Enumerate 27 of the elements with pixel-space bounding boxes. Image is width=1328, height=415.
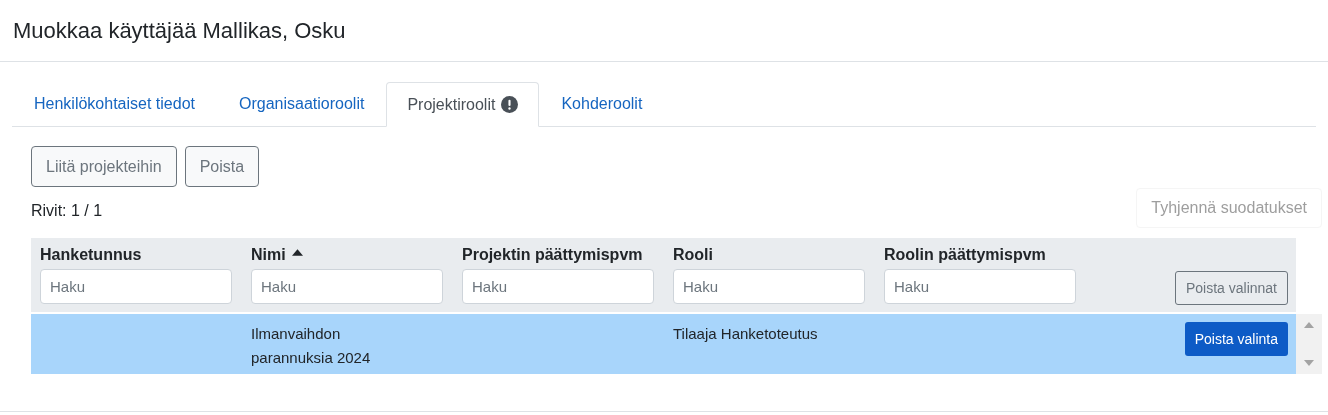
filter-field[interactable]: Haku: [40, 269, 232, 304]
tab[interactable]: Projektiroolit: [386, 82, 540, 127]
toolbar-button[interactable]: Poista: [184, 146, 260, 187]
table-cell-text: Ilmanvaihdon parannuksia 2024: [251, 324, 372, 368]
row-count: Rivit: 1 / 1: [31, 201, 103, 221]
filter-field[interactable]: Haku: [673, 269, 865, 304]
column-header[interactable]: Nimi: [251, 243, 303, 267]
table-row[interactable]: Ilmanvaihdon parannuksia 2024 Tilaaja Hanketoteutus Poista valinta: [31, 314, 1296, 374]
dialog-title: Muokkaa käyttäjää Mallikas, Osku: [13, 19, 346, 42]
deselect-button[interactable]: Poista valinta: [1184, 322, 1288, 356]
toolbar-button[interactable]: Liitä projekteihin: [31, 146, 177, 187]
sort-up-icon[interactable]: [291, 248, 303, 256]
tab[interactable]: Henkilökohtaiset tiedot: [12, 81, 217, 126]
column-header[interactable]: Roolin päättymispvm: [884, 243, 1046, 267]
scrollbar[interactable]: [1296, 314, 1322, 374]
tab[interactable]: Organisaatioroolit: [217, 81, 387, 126]
scroll-up-icon[interactable]: [1304, 322, 1314, 328]
table-cell-text: Tilaaja Hanketoteutus: [673, 324, 819, 344]
tab[interactable]: Kohderoolit: [539, 81, 665, 126]
column-header[interactable]: Hanketunnus: [40, 243, 142, 267]
column-header[interactable]: Projektin päättymispvm: [462, 243, 643, 267]
scroll-down-icon[interactable]: [1304, 360, 1314, 366]
filter-field[interactable]: Haku: [462, 269, 654, 304]
filter-field[interactable]: Haku: [884, 269, 1076, 304]
filter-field[interactable]: Haku: [251, 269, 443, 304]
column-header[interactable]: Rooli: [673, 243, 713, 267]
clear-selections-button[interactable]: Poista valinnat: [1174, 271, 1288, 305]
